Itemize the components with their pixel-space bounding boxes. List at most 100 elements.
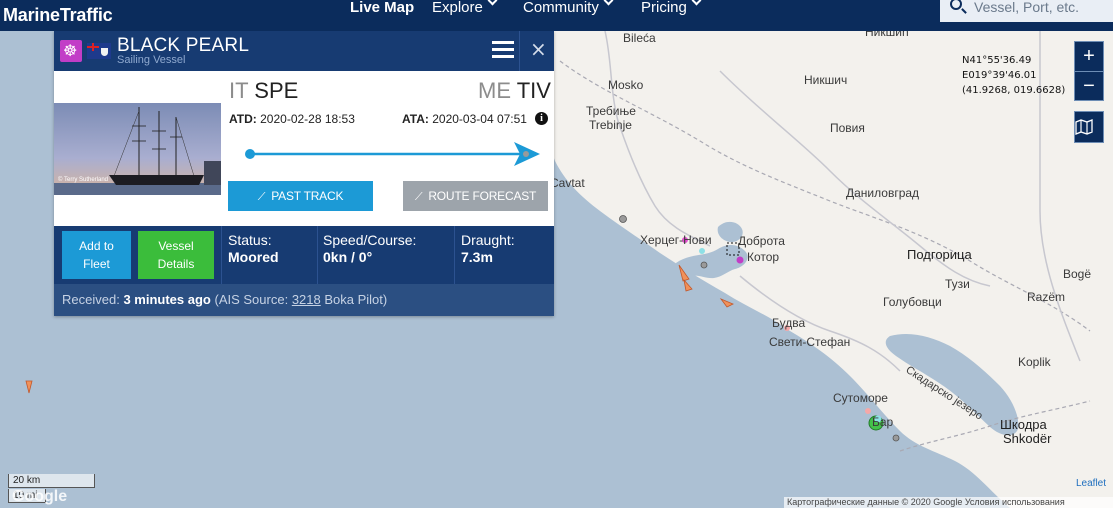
status-block: Status: Moored [228, 232, 279, 266]
atd-label: ATD: [229, 112, 257, 126]
map-label-razem: Razëm [1027, 290, 1066, 304]
draught-value: 7.3m [461, 249, 493, 265]
received-footer: Received: 3 minutes ago (AIS Source: 321… [54, 284, 554, 316]
search-icon[interactable] [950, 0, 962, 10]
received-value: 3 minutes ago [123, 292, 211, 307]
map-label-sveti-stefan: Свети-Стефан [769, 335, 851, 349]
speed-label: Speed/Course: [323, 232, 417, 248]
divider [221, 226, 222, 284]
map-label-cavtat: Cavtat [550, 176, 585, 190]
map-label-golubovci: Голубовци [883, 295, 942, 309]
map-layers-button[interactable] [1074, 111, 1104, 143]
status-label: Status: [228, 232, 272, 248]
speed-value: 0kn / 0° [323, 249, 373, 265]
received-label: Received: [62, 292, 120, 307]
nav-live-map-label[interactable]: Live Map [350, 0, 414, 16]
map-label-trebinje-cyr: Требиње [586, 104, 636, 118]
map-label-kotor: Котор [747, 250, 780, 264]
vessel-type-icon [60, 40, 82, 62]
nav-pricing-label[interactable]: Pricing [641, 0, 687, 16]
search-input[interactable] [974, 0, 1109, 14]
ata-value: 2020-03-04 07:51 [432, 112, 527, 126]
ais-source-name: Boka Pilot) [324, 292, 388, 307]
arrival-port[interactable]: ME TIV [478, 78, 551, 104]
map-layers-icon[interactable] [1075, 112, 1103, 142]
map-label-tuzi: Тузи [945, 277, 970, 291]
vessel-popup-header: BLACK PEARL Sailing Vessel × [54, 31, 554, 71]
map-label-budva: Будва [772, 316, 806, 330]
nav-explore-label[interactable]: Explore [432, 0, 483, 16]
google-logo: Google [12, 488, 68, 505]
map-label-herceg-novi: Херцег-Нови [640, 233, 712, 247]
vessel-details-label-1: Vessel [158, 239, 194, 253]
track-icon: ⟋ [257, 191, 266, 203]
nav-explore[interactable]: Explore [432, 0, 498, 31]
vessel-photo[interactable]: © Terry Sutherland [54, 71, 221, 226]
map-label-trebinje: Trebinje [589, 118, 632, 132]
chevron-down-icon [691, 0, 702, 6]
chevron-down-icon [487, 0, 498, 6]
route-forecast-button[interactable]: ⟋ ROUTE FORECAST [403, 181, 548, 211]
coord-lat: N41°55'36.49 [962, 55, 1032, 66]
nav-community[interactable]: Community [523, 0, 614, 31]
divider [317, 226, 318, 284]
divider [454, 226, 455, 284]
map-label-dobrota: Доброта [738, 234, 785, 248]
hamburger-menu-icon[interactable] [492, 41, 514, 61]
nav-pricing[interactable]: Pricing [641, 0, 702, 31]
add-to-fleet-button[interactable]: Add to Fleet [62, 231, 131, 279]
vessel-type: Sailing Vessel [117, 54, 186, 66]
vessel-details-button[interactable]: Vessel Details [138, 231, 214, 279]
map-label-nikshich: Никшич [804, 73, 848, 87]
zoom-out-button[interactable]: − [1075, 71, 1103, 100]
photo-credit: © Terry Sutherland [58, 177, 109, 183]
map-label-shkodra: Shkodër [1003, 431, 1052, 446]
zoom-controls: + − [1074, 41, 1104, 101]
top-navigation-bar: MarineTraffic Live Map Explore Community… [0, 0, 1113, 31]
vessel-popup: BLACK PEARL Sailing Vessel × [54, 31, 554, 316]
departure-port[interactable]: IT SPE [229, 78, 298, 104]
zoom-in-button[interactable]: + [1075, 42, 1103, 71]
route-icon: ⟋ [414, 191, 423, 203]
draught-block: Draught: 7.3m [461, 232, 515, 266]
map-label-boge: Bogë [1063, 267, 1092, 281]
search-box[interactable] [940, 0, 1113, 22]
info-icon[interactable]: i [535, 112, 548, 125]
route-forecast-label: ROUTE FORECAST [428, 189, 537, 203]
ata: ATA: 2020-03-04 07:51 [402, 112, 527, 126]
ais-source-label: (AIS Source: [214, 292, 289, 307]
coord-decimal: (41.9268, 019.6628) [962, 85, 1066, 96]
departure-port-code: SPE [254, 78, 299, 103]
voyage-progress [245, 142, 540, 166]
speed-block: Speed/Course: 0kn / 0° [323, 232, 416, 266]
map-label-bileca: Bileća [623, 31, 656, 45]
past-track-button[interactable]: ⟋ PAST TRACK [228, 181, 373, 211]
map-label-povia: Повия [830, 121, 865, 135]
map-label-bar: Бар [872, 415, 894, 429]
cayman-islands-flag-icon [87, 43, 111, 59]
vessel-details-label-2: Details [157, 257, 195, 271]
vessel-stats-bar: Add to Fleet Vessel Details Status: Moor… [54, 226, 554, 284]
status-value: Moored [228, 249, 279, 265]
nav-community-label[interactable]: Community [523, 0, 599, 16]
map-label-podgorica: Подгорица [907, 247, 972, 262]
coord-lon: E019°39'46.01 [962, 70, 1037, 81]
close-icon[interactable]: × [530, 37, 547, 61]
ais-source-link[interactable]: 3218 [292, 292, 321, 307]
leaflet-link[interactable]: Leaflet [1076, 478, 1106, 489]
departure-country: IT [229, 78, 249, 103]
map-attribution[interactable]: Картографические данные © 2020 Google Ус… [784, 497, 1113, 508]
arrival-country: ME [478, 78, 511, 103]
atd: ATD: 2020-02-28 18:53 [229, 112, 355, 126]
marinetraffic-logo[interactable]: MarineTraffic [3, 5, 113, 26]
nav-live-map[interactable]: Live Map [350, 0, 414, 31]
add-to-fleet-label-1: Add to [79, 239, 114, 253]
map-label-shkodra-cyr: Шкодра [1000, 417, 1047, 432]
map-label-sutomore: Сутоморе [833, 391, 888, 405]
map-label-danilovgrad: Даниловград [846, 186, 920, 200]
cursor-coordinates: N41°55'36.49 E019°39'46.01 (41.9268, 019… [962, 53, 1065, 98]
arrival-port-code: TIV [516, 78, 551, 103]
atd-value: 2020-02-28 18:53 [260, 112, 355, 126]
ata-label: ATA: [402, 112, 429, 126]
map-label-koplik: Koplik [1018, 355, 1051, 369]
